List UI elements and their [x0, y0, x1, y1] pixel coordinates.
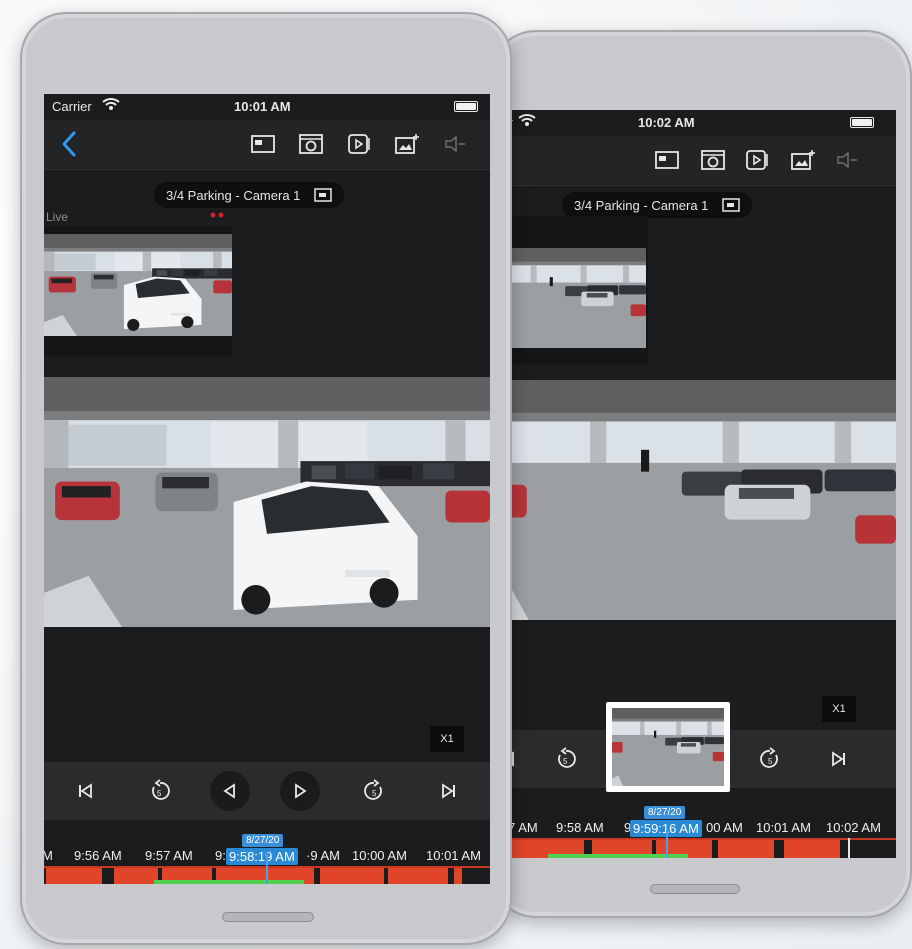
- phone-frame-front: Carrier 10:01 AM 3/4 Parking - Camera 1 …: [20, 12, 512, 945]
- skip-end-icon: [832, 751, 845, 767]
- timeline-date-badge: 8/27/20: [242, 834, 284, 847]
- playback-controls: 5 5: [44, 762, 490, 820]
- timeline-label: ·9 AM: [306, 848, 340, 863]
- camera-switch-icon: [722, 198, 741, 212]
- live-pip-video[interactable]: [44, 226, 232, 356]
- status-bar: Carrier 10:01 AM: [44, 94, 490, 120]
- timeline[interactable]: M 9:56 AM 9:57 AM 9: ·9 AM 10:00 AM 10:0…: [44, 824, 490, 884]
- camera-switch-icon: [314, 188, 333, 202]
- rewind-5-icon: 5: [558, 747, 576, 768]
- status-time: 10:02 AM: [638, 115, 695, 130]
- timeline-label: 00 AM: [706, 820, 743, 835]
- speed-badge[interactable]: X1: [430, 726, 464, 752]
- timeline-label: 9:58 AM: [556, 820, 604, 835]
- phone-frame-back: rier 10:02 AM: [490, 30, 912, 918]
- mute-icon[interactable]: [442, 132, 468, 156]
- camera-name: 3/4 Parking - Camera 1: [574, 197, 709, 213]
- snapshot-icon[interactable]: [298, 132, 324, 156]
- home-indicator: [650, 884, 740, 894]
- camera-selector[interactable]: 3/4 Parking - Camera 1: [154, 182, 345, 208]
- forward-5-button[interactable]: 5: [354, 771, 394, 811]
- wifi-icon: [102, 98, 120, 110]
- playback-icon[interactable]: [346, 132, 372, 156]
- timeline-label: 9:: [215, 848, 226, 863]
- current-time-badge: 9:58:19 AM: [226, 848, 298, 865]
- battery-icon: [850, 117, 874, 128]
- app-screen-back: rier 10:02 AM: [490, 110, 896, 858]
- wifi-icon: [518, 114, 536, 126]
- svg-text:5: 5: [157, 789, 162, 798]
- camera-name: 3/4 Parking - Camera 1: [166, 187, 301, 203]
- carrier-label: Carrier: [52, 99, 92, 114]
- single-view-icon[interactable]: [654, 148, 680, 172]
- toolbar: [492, 136, 896, 186]
- status-bar: rier 10:02 AM: [492, 110, 896, 136]
- timeline-label: M: [44, 848, 53, 863]
- svg-text:5: 5: [768, 757, 773, 766]
- speed-badge[interactable]: X1: [822, 696, 856, 722]
- forward-5-icon: 5: [364, 779, 382, 800]
- back-arrow-icon[interactable]: [60, 130, 78, 158]
- rewind-5-button[interactable]: 5: [140, 771, 180, 811]
- toolbar: [44, 120, 490, 170]
- play-button[interactable]: [280, 771, 320, 811]
- home-indicator: [222, 912, 314, 922]
- recording-track: [492, 838, 896, 858]
- recording-indicator-icon: [210, 212, 224, 218]
- skip-start-icon: [79, 783, 92, 799]
- timeline-label: 10:01 AM: [426, 848, 481, 863]
- snapshot-icon[interactable]: [700, 148, 726, 172]
- svg-text:5: 5: [563, 757, 568, 766]
- main-video-feed[interactable]: [490, 380, 896, 620]
- add-image-icon[interactable]: [394, 132, 420, 156]
- svg-text:5: 5: [372, 789, 377, 798]
- rewind-5-button[interactable]: 5: [546, 739, 586, 779]
- play-icon: [295, 783, 307, 799]
- rewind-5-icon: 5: [152, 779, 170, 800]
- timeline-label: 10:01 AM: [756, 820, 811, 835]
- timeline-label: 10:00 AM: [352, 848, 407, 863]
- timeline-cursor: [266, 852, 268, 884]
- app-screen-front: Carrier 10:01 AM 3/4 Parking - Camera 1 …: [44, 94, 490, 884]
- forward-5-button[interactable]: 5: [750, 739, 790, 779]
- add-image-icon[interactable]: [790, 148, 816, 172]
- single-view-icon[interactable]: [250, 132, 276, 156]
- skip-end-button[interactable]: [818, 739, 858, 779]
- skip-start-button[interactable]: [66, 771, 106, 811]
- live-pip-video[interactable]: [492, 216, 648, 364]
- timeline-label: 9:57 AM: [145, 848, 193, 863]
- status-time: 10:01 AM: [234, 99, 291, 114]
- step-back-button[interactable]: [210, 771, 250, 811]
- timeline-label: 10:02 AM: [826, 820, 881, 835]
- skip-end-button[interactable]: [428, 771, 468, 811]
- main-video-feed[interactable]: [44, 377, 490, 627]
- timeline[interactable]: 9:57 AM 9:58 AM 9 00 AM 10:01 AM 10:02 A…: [492, 800, 896, 858]
- step-back-icon: [223, 783, 235, 799]
- scrub-preview-thumbnail: [606, 702, 730, 792]
- timeline-cursor: [666, 830, 668, 858]
- battery-icon: [454, 101, 478, 112]
- timeline-date-badge: 8/27/20: [644, 806, 686, 819]
- forward-5-icon: 5: [760, 747, 778, 768]
- playback-icon[interactable]: [744, 148, 770, 172]
- mute-icon[interactable]: [834, 148, 860, 172]
- camera-selector[interactable]: 3/4 Parking - Camera 1: [562, 192, 753, 218]
- live-label: Live: [46, 210, 69, 224]
- skip-end-icon: [442, 783, 455, 799]
- timeline-label: 9:56 AM: [74, 848, 122, 863]
